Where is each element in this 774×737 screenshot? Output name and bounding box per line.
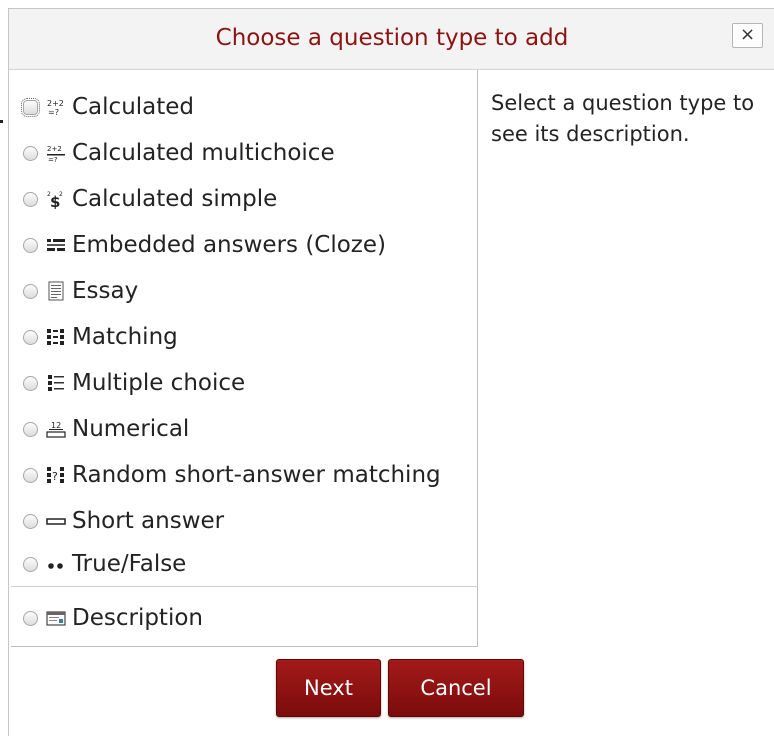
matching-icon	[46, 327, 66, 347]
radio-random-short-answer-matching[interactable]	[23, 467, 38, 483]
radio-calculated-simple[interactable]	[23, 191, 38, 207]
description-icon	[46, 608, 66, 628]
svg-text:?: ?	[52, 470, 58, 483]
option-label: Essay	[72, 278, 139, 304]
radio-cloze[interactable]	[23, 237, 38, 253]
option-description[interactable]: Description	[11, 595, 478, 641]
option-multiple-choice[interactable]: Multiple choice	[11, 360, 478, 406]
option-calculated[interactable]: 2+2 =? Calculated	[11, 84, 478, 130]
radio-description[interactable]	[23, 610, 38, 626]
radio-essay[interactable]	[23, 283, 38, 299]
option-label: Embedded answers (Cloze)	[72, 232, 387, 258]
question-type-description: Select a question type to see its descri…	[491, 91, 755, 146]
option-matching[interactable]: Matching	[11, 314, 478, 360]
option-divider	[11, 586, 478, 587]
edge-marker	[0, 120, 3, 123]
option-label: Calculated multichoice	[72, 140, 335, 166]
close-button[interactable]: ×	[732, 23, 763, 48]
svg-text:12: 12	[51, 421, 61, 430]
svg-text:2+2: 2+2	[47, 145, 62, 153]
option-label: Calculated simple	[72, 186, 278, 212]
radio-calculated[interactable]	[21, 97, 40, 117]
option-label: Multiple choice	[72, 370, 246, 396]
option-numerical[interactable]: 12 Numerical	[11, 406, 478, 452]
radio-short-answer[interactable]	[23, 513, 38, 529]
numerical-icon: 12	[46, 419, 66, 439]
option-true-false[interactable]: True/False	[11, 541, 478, 587]
question-type-list: 2+2 =? Calculated 2+2 =? Calculated multic…	[11, 70, 478, 647]
svg-text:=?: =?	[48, 108, 59, 117]
option-calculated-multichoice[interactable]: 2+2 =? Calculated multichoice	[11, 130, 478, 176]
option-label: Numerical	[72, 416, 190, 442]
random-short-answer-matching-icon: ?	[46, 465, 66, 485]
dialog-header: Choose a question type to add ×	[9, 9, 774, 70]
cancel-button[interactable]: Cancel	[388, 659, 524, 717]
dialog-title: Choose a question type to add	[215, 25, 569, 51]
option-label: Matching	[72, 324, 178, 350]
essay-icon	[46, 281, 66, 301]
option-label: Description	[72, 605, 203, 631]
multiple-choice-icon	[46, 373, 66, 393]
calculated-icon: 2+2 =?	[46, 97, 66, 117]
option-label: Random short-answer matching	[72, 462, 441, 488]
radio-calculated-multichoice[interactable]	[23, 145, 38, 161]
svg-text:2+2: 2+2	[47, 99, 64, 108]
option-cloze[interactable]: Embedded answers (Cloze)	[11, 222, 478, 268]
radio-true-false[interactable]	[23, 556, 38, 572]
option-label: Short answer	[72, 508, 225, 534]
next-button[interactable]: Next	[276, 659, 381, 717]
option-calculated-simple[interactable]: 2 2 $ Calculated simple	[11, 176, 478, 222]
option-essay[interactable]: Essay	[11, 268, 478, 314]
dialog-footer: Next Cancel	[9, 647, 774, 737]
dialog-body: 2+2 =? Calculated 2+2 =? Calculated multic…	[9, 70, 774, 647]
calculated-simple-icon: 2 2 $	[46, 189, 66, 209]
question-type-dialog: Choose a question type to add × 2+2 =? Ca…	[8, 8, 774, 736]
cloze-icon	[46, 235, 66, 255]
option-label: Calculated	[72, 94, 195, 120]
option-random-short-answer-matching[interactable]: ? Random short-answer matching	[11, 452, 478, 498]
calculated-multichoice-icon: 2+2 =?	[46, 143, 66, 163]
radio-matching[interactable]	[23, 329, 38, 345]
svg-text:=?: =?	[48, 156, 58, 163]
svg-text:$: $	[50, 193, 60, 209]
short-answer-icon	[46, 511, 66, 531]
radio-multiple-choice[interactable]	[23, 375, 38, 391]
radio-numerical[interactable]	[23, 421, 38, 437]
true-false-icon	[46, 554, 66, 574]
option-label: True/False	[72, 551, 187, 577]
option-short-answer[interactable]: Short answer	[11, 498, 478, 544]
